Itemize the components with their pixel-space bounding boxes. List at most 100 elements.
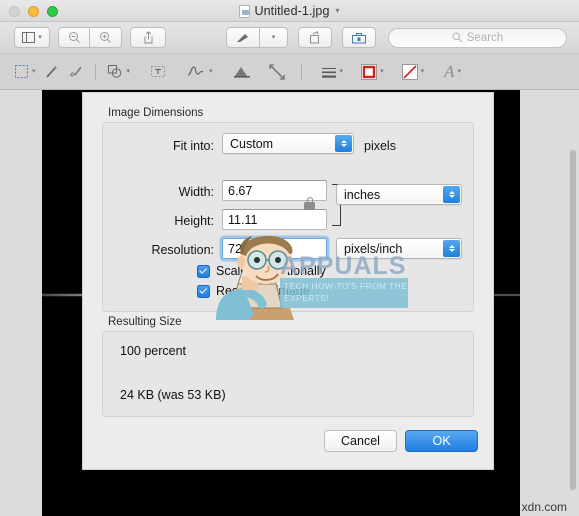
size-unit-value: inches — [344, 187, 381, 202]
resample-image-checkbox-row[interactable]: Resample image — [197, 284, 310, 298]
resulting-percent-text: 100 percent — [120, 344, 187, 358]
border-color-swatch-icon — [361, 63, 378, 80]
scale-proportionally-checkbox-row[interactable]: Scale proportionally — [197, 264, 326, 278]
markup-toolbar: ▾ ▾ ▾ ▾ ▾ ▾ A ▾ — [0, 54, 579, 90]
border-color-tool[interactable]: ▾ — [357, 59, 388, 85]
toolbox-icon — [352, 32, 366, 43]
chevron-down-icon: ▾ — [38, 34, 42, 41]
zoom-out-button[interactable] — [58, 27, 90, 48]
photo-image-lower — [42, 498, 520, 516]
image-dimensions-group-label: Image Dimensions — [108, 107, 204, 119]
document-icon — [239, 4, 251, 18]
dialog-content: Image Dimensions Fit into: Custom pixels… — [82, 92, 494, 470]
chevron-down-icon: ▾ — [457, 68, 461, 75]
resolution-input[interactable]: 72 — [222, 238, 327, 259]
resolution-unit-value: pixels/inch — [344, 241, 403, 256]
resulting-size-text: 24 KB (was 53 KB) — [120, 388, 226, 402]
resolution-label: Resolution: — [151, 243, 214, 257]
width-label: Width: — [178, 185, 214, 199]
instant-alpha-tool[interactable] — [40, 59, 64, 85]
cancel-button[interactable]: Cancel — [324, 430, 397, 452]
chevron-down-icon: ▾ — [380, 68, 384, 75]
sign-tool[interactable]: ▾ — [182, 59, 217, 85]
preview-window: Untitled-1.jpg ▾ ▾ ▾ Search ▾ ▾ ▾ ▾ ▾ ▾ … — [0, 0, 579, 516]
zoom-in-button[interactable] — [90, 27, 122, 48]
shapes-tool[interactable]: ▾ — [103, 59, 135, 85]
sketch-tool[interactable] — [64, 59, 88, 85]
adjust-size-tool[interactable] — [265, 59, 289, 85]
stepper-arrows-icon — [443, 186, 460, 203]
chevron-down-icon: ▾ — [271, 34, 276, 41]
share-icon — [144, 31, 152, 44]
text-box-icon — [151, 66, 166, 77]
zoom-button-group — [58, 27, 122, 48]
size-unit-dropdown[interactable]: inches — [336, 184, 462, 205]
vertical-scrollbar[interactable] — [570, 150, 576, 490]
ok-button-label: OK — [432, 434, 451, 448]
signature-icon — [187, 66, 204, 76]
text-style-tool[interactable]: A ▾ — [440, 59, 465, 85]
chevron-down-icon[interactable]: ▾ — [336, 7, 340, 15]
corner-watermark-text: xdn.com — [521, 500, 567, 514]
fit-into-dropdown[interactable]: Custom — [222, 133, 354, 154]
rotate-icon — [309, 31, 319, 44]
text-tool[interactable] — [146, 59, 170, 85]
search-icon — [452, 32, 463, 43]
title-area: Untitled-1.jpg ▾ — [0, 0, 579, 22]
search-input[interactable]: Search — [388, 27, 567, 48]
sketch-pen-icon — [69, 66, 82, 76]
cancel-button-label: Cancel — [341, 434, 380, 448]
rotate-button[interactable] — [298, 27, 332, 48]
fill-color-swatch-icon — [401, 63, 418, 80]
search-placeholder: Search — [466, 31, 504, 44]
toolbox-button[interactable] — [342, 27, 376, 48]
toolbar-divider-2 — [300, 63, 302, 80]
line-thickness-icon — [321, 67, 336, 78]
fit-into-label: Fit into: — [173, 139, 214, 153]
stepper-arrows-icon — [335, 135, 352, 152]
resample-image-label: Resample image — [216, 284, 310, 298]
markup-button[interactable] — [226, 27, 260, 48]
closed-padlock-icon[interactable] — [304, 197, 315, 210]
ok-button[interactable]: OK — [405, 430, 478, 452]
toolbar-divider — [94, 63, 96, 80]
shapes-icon — [107, 65, 121, 78]
resolution-value: 72 — [228, 241, 242, 256]
font-a-icon: A — [444, 62, 455, 81]
fit-into-value: Custom — [230, 136, 274, 151]
title-bar: Untitled-1.jpg ▾ — [0, 0, 579, 22]
width-value: 6.67 — [228, 183, 253, 198]
chevron-down-icon: ▾ — [126, 68, 131, 75]
adjust-color-tool[interactable] — [229, 59, 255, 85]
fill-color-tool[interactable]: ▾ — [398, 59, 429, 85]
zoom-in-icon — [100, 32, 111, 43]
resolution-unit-dropdown[interactable]: pixels/inch — [336, 238, 462, 259]
text-caret — [242, 242, 244, 255]
chevron-down-icon: ▾ — [339, 68, 344, 75]
chevron-down-icon: ▾ — [209, 68, 213, 75]
height-label: Height: — [174, 214, 214, 228]
markup-button-group: ▾ — [226, 27, 288, 48]
stepper-arrows-icon — [443, 240, 460, 257]
checkmark-icon — [199, 266, 208, 274]
resample-image-checkbox[interactable] — [197, 284, 210, 298]
height-input[interactable]: 11.11 — [222, 209, 327, 230]
magic-wand-icon — [45, 64, 58, 78]
sidebar-button[interactable]: ▾ — [14, 27, 50, 48]
checkmark-icon — [199, 286, 208, 294]
selection-tool[interactable]: ▾ — [10, 59, 40, 85]
sidebar-icon — [22, 32, 36, 43]
scale-proportionally-label: Scale proportionally — [216, 264, 326, 278]
adjust-size-icon — [268, 63, 285, 80]
height-value: 11.11 — [228, 212, 258, 227]
chevron-down-icon: ▾ — [32, 68, 36, 75]
shape-style-tool[interactable]: ▾ — [317, 59, 348, 85]
chevron-down-icon: ▾ — [420, 68, 425, 75]
main-toolbar: ▾ ▾ Search — [0, 22, 579, 54]
scale-proportionally-checkbox[interactable] — [197, 264, 210, 278]
zoom-out-icon — [68, 32, 80, 43]
share-button[interactable] — [130, 27, 166, 48]
markup-menu-button[interactable]: ▾ — [260, 27, 288, 48]
fit-into-unit-suffix: pixels — [364, 139, 396, 153]
markup-pen-icon — [237, 33, 248, 42]
